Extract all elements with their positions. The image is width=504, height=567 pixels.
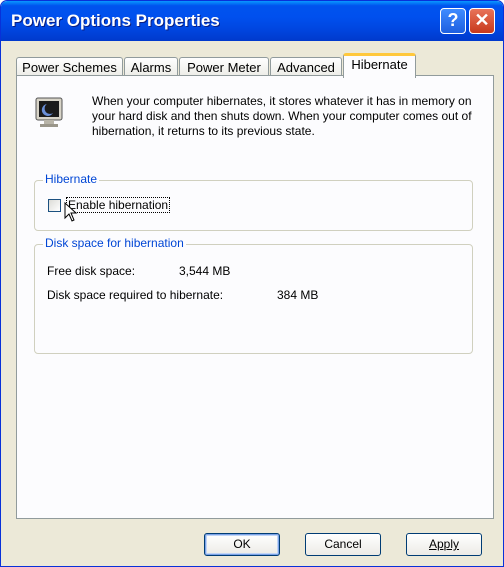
hibernate-panel: When your computer hibernates, it stores… (16, 75, 494, 519)
hibernate-group-label: Hibernate (43, 172, 100, 186)
tab-advanced[interactable]: Advanced (270, 57, 342, 77)
tab-power-meter[interactable]: Power Meter (179, 57, 269, 77)
dialog-window: Power Options Properties ? ✕ Power Schem… (0, 0, 504, 567)
hibernate-groupbox: Hibernate Enable hibernation (34, 172, 473, 231)
help-icon[interactable]: ? (440, 8, 466, 34)
title-bar[interactable]: Power Options Properties ? ✕ (1, 1, 503, 41)
enable-hibernation-checkbox[interactable] (48, 198, 61, 212)
disk-space-groupbox: Disk space for hibernation Free disk spa… (34, 236, 473, 354)
apply-button[interactable]: Apply (406, 533, 482, 556)
tab-alarms[interactable]: Alarms (124, 57, 178, 77)
free-disk-value: 3,544 MB (179, 264, 231, 278)
tab-power-schemes[interactable]: Power Schemes (16, 57, 123, 77)
hibernate-monitor-icon (35, 97, 63, 127)
ok-button[interactable]: OK (204, 533, 280, 556)
tab-hibernate[interactable]: Hibernate (343, 53, 416, 78)
free-disk-label: Free disk space: (47, 264, 136, 278)
hibernate-description: When your computer hibernates, it stores… (92, 94, 472, 138)
disk-space-group-label: Disk space for hibernation (43, 236, 186, 250)
mouse-pointer-icon (64, 202, 78, 222)
required-disk-value: 384 MB (277, 288, 319, 302)
enable-hibernation-label[interactable]: Enable hibernation (66, 197, 171, 213)
cancel-button[interactable]: Cancel (305, 533, 381, 556)
required-disk-label: Disk space required to hibernate: (47, 288, 224, 302)
tab-strip: Power Schemes Alarms Power Meter Advance… (16, 53, 496, 78)
close-icon[interactable]: ✕ (469, 8, 495, 34)
window-title: Power Options Properties (11, 11, 220, 30)
